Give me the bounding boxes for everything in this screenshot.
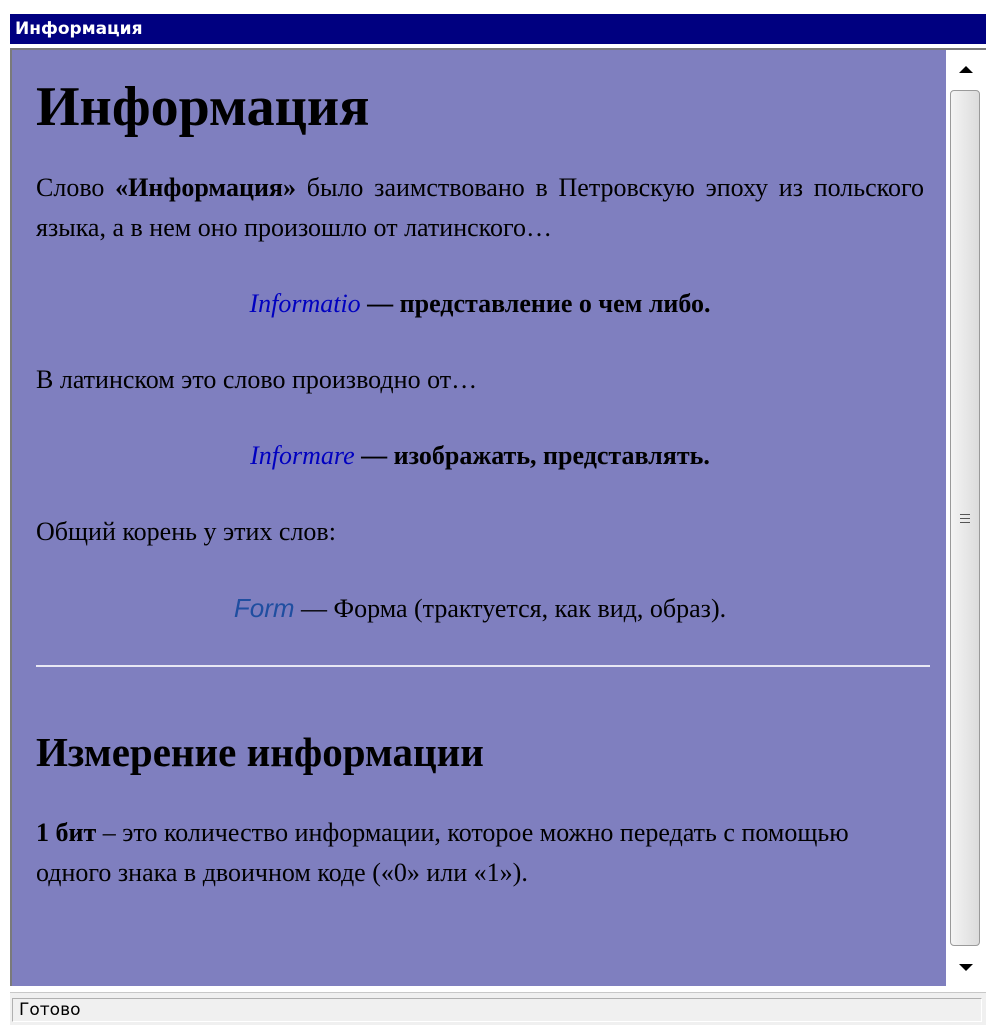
def3-dash: — [294, 594, 334, 623]
status-bar: Готово [10, 992, 986, 1025]
content-area: Информация Слово «Информация» было заимс… [12, 50, 946, 986]
triangle-down-icon [959, 963, 973, 971]
paragraph-root: Общий корень у этих слов: [36, 517, 336, 546]
article: Информация Слово «Информация» было заимс… [12, 50, 946, 893]
definition-informatio: Informatio — представление о чем либо. [36, 284, 924, 324]
term-form: Form [233, 593, 295, 623]
status-text: Готово [12, 998, 982, 1022]
intro-pre: Слово [36, 173, 116, 202]
scroll-up-button[interactable] [946, 50, 986, 88]
triangle-up-icon [959, 65, 973, 73]
window-title: Информация [15, 19, 143, 39]
page-title: Информация [36, 76, 370, 138]
bit-term: 1 бит [36, 818, 97, 847]
scrollbar-thumb[interactable] [950, 90, 980, 946]
def2-meaning: изображать, представлять. [393, 441, 710, 470]
vertical-scrollbar[interactable] [946, 50, 986, 986]
paragraph-latin: В латинском это слово производно от… [36, 365, 478, 394]
browser-window: Информация Информация Слово «Информация»… [0, 0, 986, 1025]
def1-dash: — [360, 289, 400, 318]
definition-form: Form — Форма (трактуется, как вид, образ… [36, 588, 924, 629]
term-informatio: Informatio [249, 289, 361, 318]
bit-text: – это количество информации, которое мож… [36, 818, 849, 887]
def3-meaning: Форма (трактуется, как вид, образ). [333, 594, 727, 623]
intro-bold: «Информация» [115, 173, 296, 202]
def2-dash: — [354, 441, 394, 470]
grip-lines-icon [960, 513, 970, 523]
bit-paragraph: 1 бит – это количество информации, котор… [36, 813, 924, 893]
term-informare: Informare [250, 441, 355, 470]
intro-paragraph: Слово «Информация» было заимствовано в П… [36, 168, 924, 248]
def1-meaning: представление о чем либо. [399, 289, 711, 318]
title-bar: Информация [10, 14, 986, 44]
scroll-down-button[interactable] [946, 948, 986, 986]
definition-informare: Informare — изображать, представлять. [36, 436, 924, 476]
section-divider [36, 665, 930, 667]
section-heading: Измерение информации [36, 729, 484, 775]
